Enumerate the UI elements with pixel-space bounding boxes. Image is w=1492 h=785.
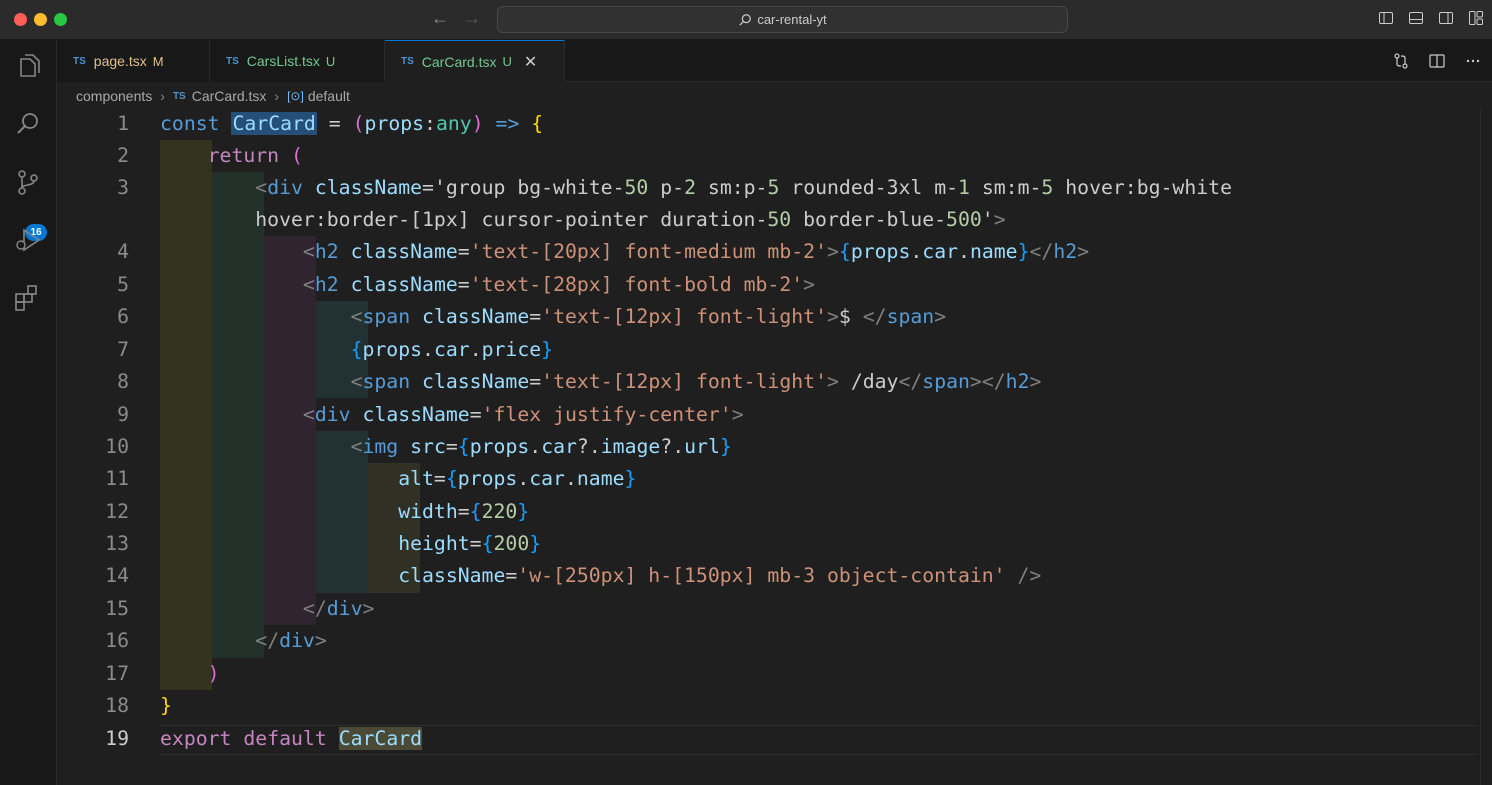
tab-page-tsx[interactable]: TS page.tsx M [57, 40, 210, 82]
breadcrumb: components › TS CarCard.tsx › [⊙] defaul… [76, 86, 350, 106]
minimize-window-button[interactable] [34, 13, 47, 26]
breadcrumb-folder[interactable]: components [76, 88, 152, 104]
go-back-icon[interactable]: ← [429, 8, 451, 29]
git-status-badge: U [325, 53, 336, 69]
code-line: <span className='text-[12px] font-light'… [350, 305, 947, 328]
workspace-title: car-rental-yt [757, 12, 827, 27]
editor-scrollbar[interactable] [1480, 108, 1492, 785]
tab-label: CarCard.tsx [421, 53, 497, 70]
toggle-secondary-sidebar-icon[interactable] [1438, 10, 1454, 26]
title-bar: ← → car-rental-yt [0, 0, 1492, 40]
code-line: return ( [207, 144, 303, 167]
line-number: 13 [105, 532, 129, 555]
line-number: 9 [117, 403, 129, 426]
line-number: 2 [117, 144, 129, 167]
command-center-search[interactable]: car-rental-yt [497, 6, 1068, 33]
chevron-right-icon: › [160, 88, 165, 104]
code-line: </div> [255, 629, 327, 652]
toggle-panel-icon[interactable] [1408, 10, 1424, 26]
typescript-icon: TS [73, 55, 86, 67]
toggle-primary-sidebar-icon[interactable] [1378, 10, 1394, 26]
tab-carcard-tsx[interactable]: TS CarCard.tsx U ✕ [385, 40, 565, 82]
typescript-icon: TS [226, 55, 239, 67]
line-number: 8 [117, 370, 129, 393]
breadcrumb-symbol[interactable]: default [308, 88, 350, 104]
typescript-icon: TS [401, 56, 414, 67]
line-number: 19 [105, 727, 129, 750]
chevron-right-icon: › [274, 88, 280, 104]
line-number: 4 [117, 240, 129, 263]
line-number: 6 [117, 305, 129, 328]
activity-bar: 16 [0, 40, 57, 785]
code-editor[interactable]: 1 2 3 4 5 6 7 8 9 10 11 12 13 14 15 16 1… [57, 108, 1480, 785]
git-status-badge: U [502, 54, 512, 69]
source-control-icon[interactable] [12, 166, 44, 198]
extensions-icon[interactable] [12, 282, 44, 314]
code-line: const CarCard = (props:any) => { [160, 112, 544, 135]
split-editor-icon[interactable] [1428, 52, 1446, 75]
typescript-icon: TS [172, 90, 186, 102]
run-debug-icon[interactable] [12, 224, 44, 256]
code-line: ) [207, 662, 220, 685]
tab-label: page.tsx [93, 53, 147, 69]
code-line: className='w-[250px] h-[150px] mb-3 obje… [398, 564, 1042, 587]
git-status-badge: M [152, 53, 164, 69]
breadcrumb-file[interactable]: CarCard.tsx [192, 88, 267, 104]
line-number: 17 [105, 662, 129, 685]
line-number: 1 [117, 112, 129, 135]
line-number: 3 [117, 176, 129, 199]
code-line: <h2 className='text-[28px] font-bold mb-… [302, 273, 816, 296]
search-icon [739, 13, 752, 26]
code-line: {props.car.price} [350, 338, 554, 361]
search-icon[interactable] [12, 108, 44, 140]
code-line: hover:border-[1px] cursor-pointer durati… [160, 208, 1006, 231]
close-window-button[interactable] [14, 13, 27, 26]
more-actions-icon[interactable] [1464, 52, 1482, 75]
code-line: <span className='text-[12px] font-light'… [350, 370, 1042, 393]
line-number: 11 [105, 467, 129, 490]
line-number: 12 [105, 500, 129, 523]
code-line: <div className='flex justify-center'> [302, 403, 744, 426]
go-forward-icon[interactable]: → [461, 8, 483, 29]
code-line: height={200} [398, 532, 542, 555]
code-line: } [160, 694, 172, 717]
tab-carslist-tsx[interactable]: TS CarsList.tsx U [210, 40, 385, 82]
explorer-icon[interactable] [12, 50, 44, 82]
symbol-variable-icon: [⊙] [287, 89, 304, 103]
code-line: width={220} [398, 500, 530, 523]
line-number: 18 [105, 694, 129, 717]
code-line: <img src={props.car?.image?.url} [350, 435, 732, 458]
line-number: 5 [117, 273, 129, 296]
zoom-window-button[interactable] [54, 13, 67, 26]
close-tab-icon[interactable]: ✕ [524, 52, 537, 72]
tab-label: CarsList.tsx [246, 53, 320, 69]
line-number: 7 [117, 338, 129, 361]
code-line: export default CarCard [160, 727, 423, 750]
line-number: 10 [105, 435, 129, 458]
open-changes-icon[interactable] [1392, 52, 1410, 75]
code-line: alt={props.car.name} [398, 467, 637, 490]
line-number: 16 [105, 629, 129, 652]
code-line: </div> [302, 597, 375, 620]
customize-layout-icon[interactable] [1468, 10, 1484, 26]
code-line: <h2 className='text-[20px] font-medium m… [302, 240, 1090, 263]
code-line: <div className='group bg-white-50 p-2 sm… [255, 176, 1232, 199]
editor-tab-bar: TS page.tsx M TS CarsList.tsx U TS CarCa… [57, 40, 1492, 82]
line-number: 15 [105, 597, 129, 620]
line-number: 14 [105, 564, 129, 587]
